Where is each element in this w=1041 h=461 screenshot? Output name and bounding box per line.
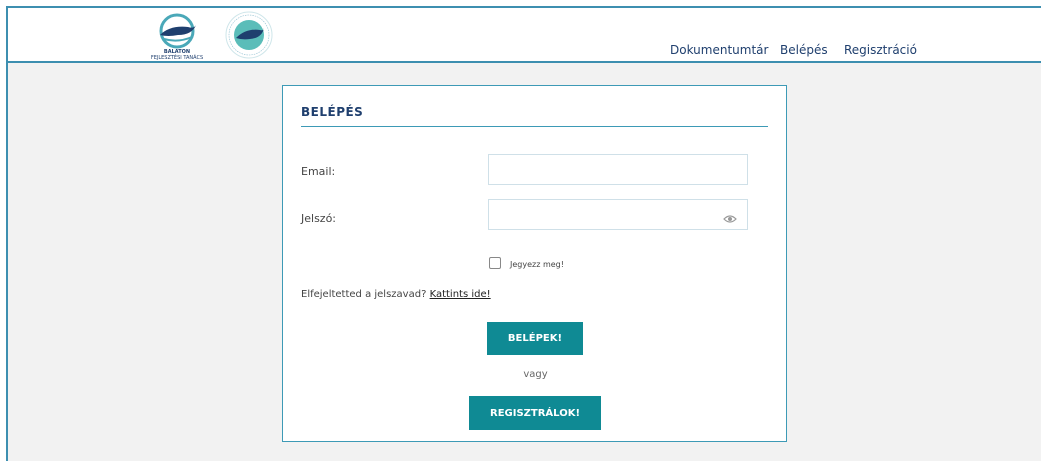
forgot-link[interactable]: Kattints ide! bbox=[430, 289, 491, 300]
nav-dokumentumtar[interactable]: Dokumentumtár bbox=[670, 43, 768, 57]
register-button[interactable]: REGISZTRÁLOK! bbox=[469, 396, 601, 430]
seal-logo[interactable] bbox=[222, 10, 276, 60]
password-field[interactable] bbox=[488, 199, 748, 230]
or-text: vagy bbox=[523, 369, 548, 380]
email-label: Email: bbox=[301, 165, 336, 178]
login-title: BELÉPÉS bbox=[301, 105, 364, 119]
seal-logo-icon bbox=[225, 11, 273, 59]
balaton-logo[interactable]: BALATON FEJLESZTÉSI TANÁCS bbox=[148, 13, 206, 63]
eye-icon[interactable] bbox=[723, 214, 737, 224]
browser-frame: BALATON FEJLESZTÉSI TANÁCS Dokumentumtár… bbox=[6, 6, 1041, 461]
logo-caption-subtitle: FEJLESZTÉSI TANÁCS bbox=[150, 55, 204, 61]
balaton-logo-icon bbox=[159, 13, 196, 49]
remember-label[interactable]: Jegyezz meg! bbox=[510, 260, 564, 269]
forgot-password: Elfejeltetted a jelszavad? Kattints ide! bbox=[301, 289, 491, 300]
forgot-text: Elfejeltetted a jelszavad? bbox=[301, 289, 427, 300]
nav-regisztracio[interactable]: Regisztráció bbox=[844, 43, 917, 57]
password-label: Jelszó: bbox=[301, 212, 337, 225]
email-field[interactable] bbox=[488, 154, 748, 185]
title-divider bbox=[301, 126, 768, 127]
site-header: BALATON FEJLESZTÉSI TANÁCS Dokumentumtár… bbox=[8, 8, 1041, 63]
login-button[interactable]: BELÉPEK! bbox=[487, 322, 583, 355]
remember-checkbox[interactable] bbox=[489, 257, 501, 269]
login-card: BELÉPÉS Email: Jelszó: Jegyezz meg! Elfe… bbox=[282, 85, 787, 442]
nav-belepes[interactable]: Belépés bbox=[780, 43, 828, 57]
